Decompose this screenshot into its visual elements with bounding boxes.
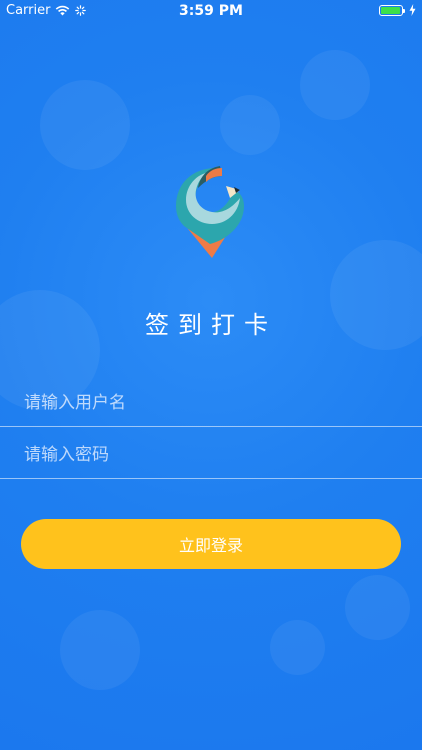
background-bokeh bbox=[270, 620, 325, 675]
background-bokeh bbox=[40, 80, 130, 170]
background-bokeh bbox=[300, 50, 370, 120]
battery-level bbox=[381, 6, 400, 14]
charging-icon bbox=[409, 4, 416, 16]
password-field-container bbox=[0, 429, 422, 481]
login-button[interactable]: 立即登录 bbox=[21, 519, 401, 569]
app-logo-icon bbox=[176, 166, 244, 258]
background-bokeh bbox=[60, 610, 140, 690]
app-title: 签到打卡 bbox=[145, 311, 277, 339]
login-screen: Carrier 3:59 PM 签到打卡 请输入用户名 立即登录 bbox=[0, 0, 422, 750]
status-time: 3:59 PM bbox=[179, 3, 243, 19]
status-bar-right bbox=[379, 4, 416, 16]
status-bar: Carrier 3:59 PM bbox=[0, 0, 422, 22]
background-bokeh bbox=[220, 95, 280, 155]
username-input[interactable] bbox=[22, 377, 406, 429]
username-field-container bbox=[0, 377, 422, 429]
background-bokeh bbox=[345, 575, 410, 640]
password-input[interactable] bbox=[22, 429, 406, 481]
battery-icon bbox=[379, 4, 405, 16]
